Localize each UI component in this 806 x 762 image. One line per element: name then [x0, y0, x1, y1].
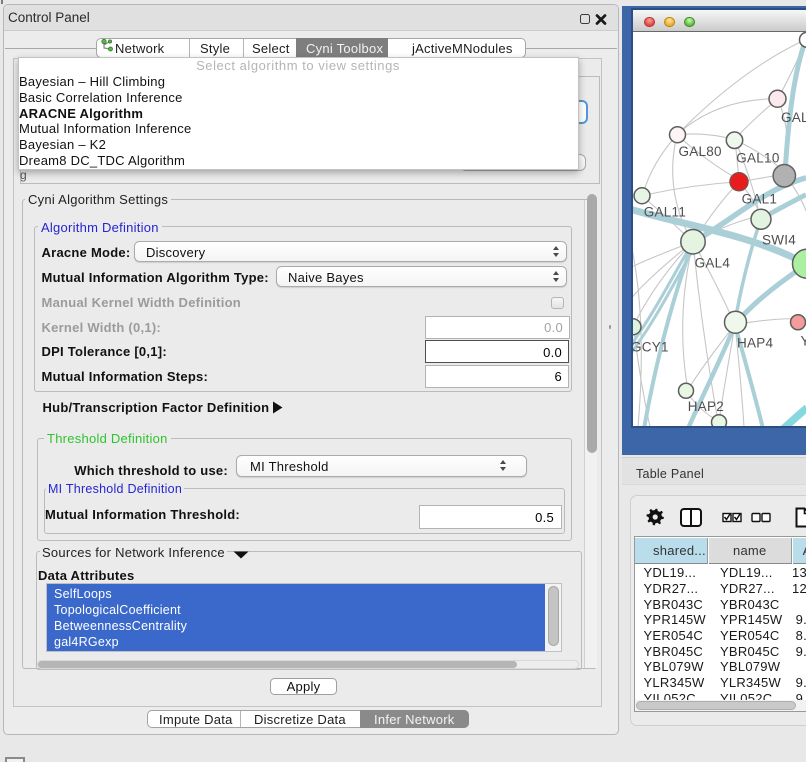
svg-text:HAP4: HAP4: [737, 335, 774, 350]
svg-text:GAL10: GAL10: [736, 150, 779, 165]
svg-text:GAL7: GAL7: [781, 109, 806, 124]
svg-text:GCY1: GCY1: [633, 339, 669, 354]
svg-text:SWI4: SWI4: [762, 232, 796, 247]
svg-text:HAP2: HAP2: [688, 398, 724, 413]
svg-text:GAL80: GAL80: [679, 143, 722, 158]
svg-text:Y: Y: [801, 333, 806, 348]
svg-text:GAL11: GAL11: [644, 204, 686, 219]
svg-text:GAL4: GAL4: [695, 255, 731, 270]
svg-text:GAL1: GAL1: [742, 191, 778, 206]
